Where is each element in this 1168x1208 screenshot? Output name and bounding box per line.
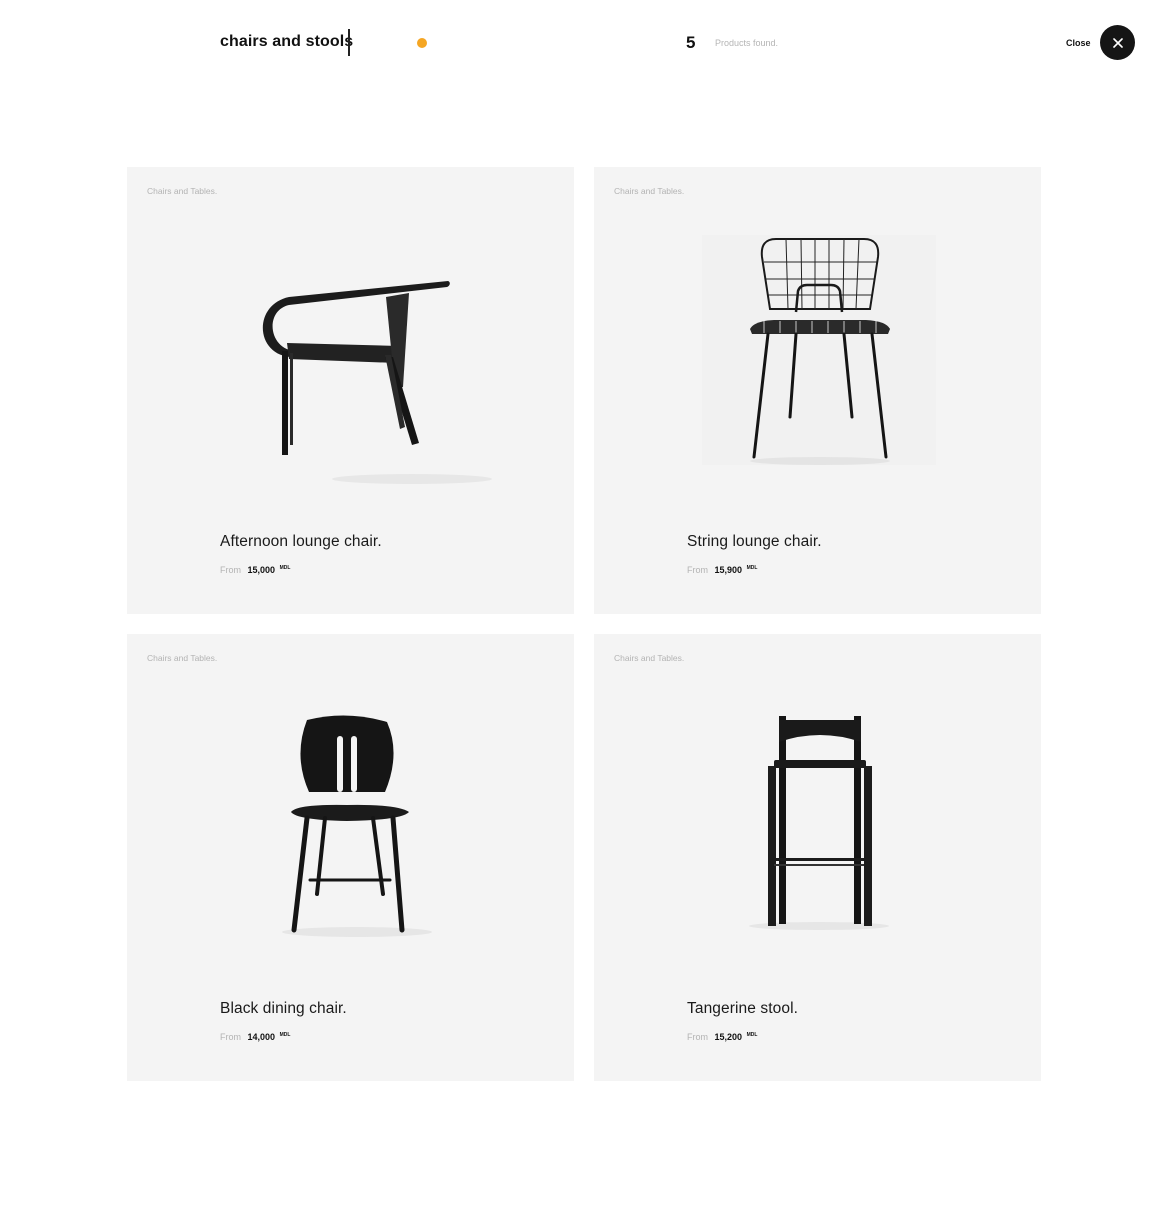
product-price: From 15,200 MDL: [687, 1032, 757, 1042]
product-category: Chairs and Tables.: [614, 186, 685, 196]
results-label: Products found.: [715, 38, 779, 48]
product-category: Chairs and Tables.: [614, 653, 685, 663]
price-amount: 14,000: [247, 1032, 276, 1042]
text-cursor: [348, 29, 350, 56]
product-category: Chairs and Tables.: [147, 653, 218, 663]
search-query[interactable]: chairs and stools: [220, 33, 353, 51]
product-name[interactable]: Black dining chair.: [220, 1000, 347, 1018]
results-header: chairs and stools 5 Products found. Clos…: [0, 0, 1168, 90]
price-currency: MDL: [746, 565, 758, 571]
price-prefix: From: [687, 1032, 708, 1042]
product-price: From 14,000 MDL: [220, 1032, 290, 1042]
lounge-chair-image: [262, 281, 492, 484]
price-amount: 15,000: [247, 565, 276, 575]
loading-indicator: [417, 38, 427, 48]
bar-stool-image: [749, 716, 889, 930]
product-price: From 15,000 MDL: [220, 565, 290, 575]
price-currency: MDL: [279, 1032, 291, 1038]
wire-chair-image: [702, 235, 936, 465]
product-card[interactable]: Chairs and Tables. Tangerine stool. From…: [594, 634, 1041, 1081]
product-name[interactable]: Tangerine stool.: [687, 1000, 798, 1018]
product-name[interactable]: String lounge chair.: [687, 533, 822, 551]
product-card[interactable]: Chairs and Tables. String lounge chair.: [594, 167, 1041, 614]
product-price: From 15,900 MDL: [687, 565, 757, 575]
product-name[interactable]: Afternoon lounge chair.: [220, 533, 382, 551]
price-amount: 15,200: [714, 1032, 743, 1042]
close-button[interactable]: [1100, 25, 1135, 60]
product-card[interactable]: Chairs and Tables. Afternoon lounge chai…: [127, 167, 574, 614]
price-currency: MDL: [746, 1032, 758, 1038]
close-label[interactable]: Close: [1066, 38, 1091, 48]
price-prefix: From: [220, 1032, 241, 1042]
results-count: 5: [686, 33, 696, 52]
price-prefix: From: [220, 565, 241, 575]
close-icon: [1112, 37, 1123, 48]
dining-chair-image: [282, 715, 432, 937]
price-amount: 15,900: [714, 565, 743, 575]
price-prefix: From: [687, 565, 708, 575]
product-category: Chairs and Tables.: [147, 186, 218, 196]
price-currency: MDL: [279, 565, 291, 571]
product-card[interactable]: Chairs and Tables. Black dining chair. F…: [127, 634, 574, 1081]
